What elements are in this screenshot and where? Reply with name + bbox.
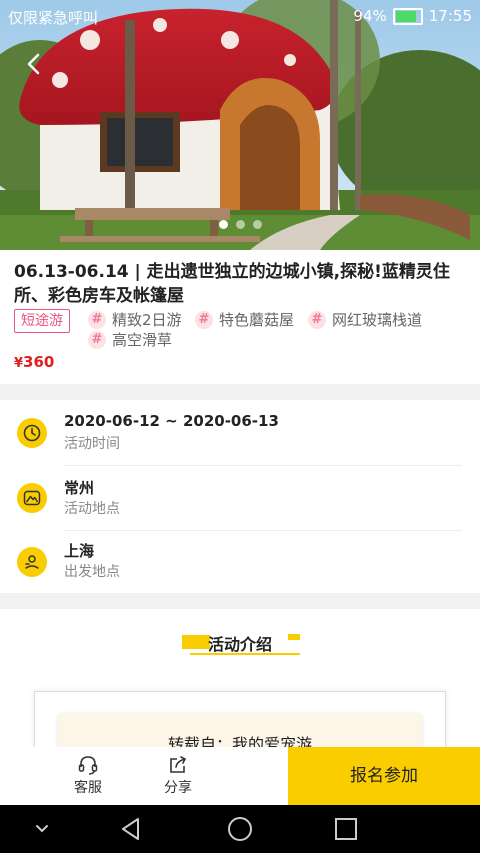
carousel-dot[interactable] <box>218 220 228 229</box>
hashtag-item[interactable]: # 网红玻璃栈道 <box>308 309 422 330</box>
mushroom-house-photo <box>0 0 480 250</box>
hashtag-label: 精致2日游 <box>112 311 182 329</box>
share-label: 分享 <box>164 780 192 796</box>
departure-value: 上海 <box>64 542 95 560</box>
hashtag-label: 高空滑草 <box>112 331 173 349</box>
price-currency: ¥ <box>14 356 24 371</box>
service-label: 客服 <box>74 780 102 796</box>
hero-image[interactable] <box>0 0 480 250</box>
hashtag-label: 特色蘑菇屋 <box>219 311 295 329</box>
system-nav-bar <box>0 805 480 853</box>
back-button[interactable] <box>20 50 48 78</box>
chevron-down-icon[interactable] <box>28 817 56 841</box>
hash-icon: # <box>308 310 326 329</box>
hashtag-item[interactable]: # 特色蘑菇屋 <box>195 309 294 330</box>
carousel-dot[interactable] <box>252 220 262 229</box>
share-icon <box>170 756 186 773</box>
section-title: 活动介绍 <box>207 635 272 654</box>
activity-title: 06.13-06.14 | 走出遗世独立的边城小镇,探秘!蓝精灵住所、彩色房车及… <box>14 262 450 306</box>
intro-section: 活动介绍 转载自：我的爱宠游 <box>0 609 480 773</box>
mountain-icon <box>17 483 47 513</box>
battery-text: 94% <box>353 7 387 25</box>
hash-icon: # <box>88 310 106 329</box>
clock-icon <box>17 418 47 448</box>
hashtag-item[interactable]: # 高空滑草 <box>88 329 172 350</box>
hashtag-label: 网红玻璃栈道 <box>332 311 423 329</box>
status-bar: 仅限紧急呼叫 94% 17:55 <box>0 0 480 32</box>
price: ¥360 <box>14 353 54 371</box>
activity-location-value: 常州 <box>64 479 95 497</box>
recent-apps-icon[interactable] <box>332 817 360 841</box>
home-circle-icon[interactable] <box>226 817 254 841</box>
carousel-dot[interactable] <box>235 220 245 229</box>
status-right: 94% 17:55 <box>353 7 472 25</box>
category-tag: 短途游 <box>14 309 70 333</box>
carrier-text: 仅限紧急呼叫 <box>8 9 99 27</box>
price-value: 360 <box>23 353 55 371</box>
hash-icon: # <box>88 330 106 349</box>
departure-label: 出发地点 <box>64 564 120 580</box>
headset-icon <box>78 756 98 775</box>
battery-icon <box>392 7 423 25</box>
activity-time-value: 2020-06-12 ~ 2020-06-13 <box>64 412 279 430</box>
chevron-left-icon <box>27 53 40 75</box>
activity-location-row: 常州 活动地点 <box>0 466 480 530</box>
back-triangle-icon[interactable] <box>118 817 146 841</box>
hashtag-item[interactable]: # 精致2日游 <box>88 309 182 330</box>
customer-service-button[interactable]: 客服 <box>58 755 118 797</box>
activity-time-label: 活动时间 <box>64 436 120 452</box>
signup-button[interactable]: 报名参加 <box>288 747 480 805</box>
carousel-indicator <box>0 220 480 229</box>
activity-time-row: 2020-06-12 ~ 2020-06-13 活动时间 <box>0 400 480 464</box>
activity-location-label: 活动地点 <box>64 501 120 517</box>
hash-icon: # <box>195 310 213 329</box>
departure-icon <box>17 547 47 577</box>
departure-row: 上海 出发地点 <box>0 531 480 595</box>
share-button[interactable]: 分享 <box>148 755 208 797</box>
clock-text: 17:55 <box>428 7 472 25</box>
activity-details-card: 2020-06-12 ~ 2020-06-13 活动时间 常州 活动地点 上海 … <box>0 400 480 593</box>
